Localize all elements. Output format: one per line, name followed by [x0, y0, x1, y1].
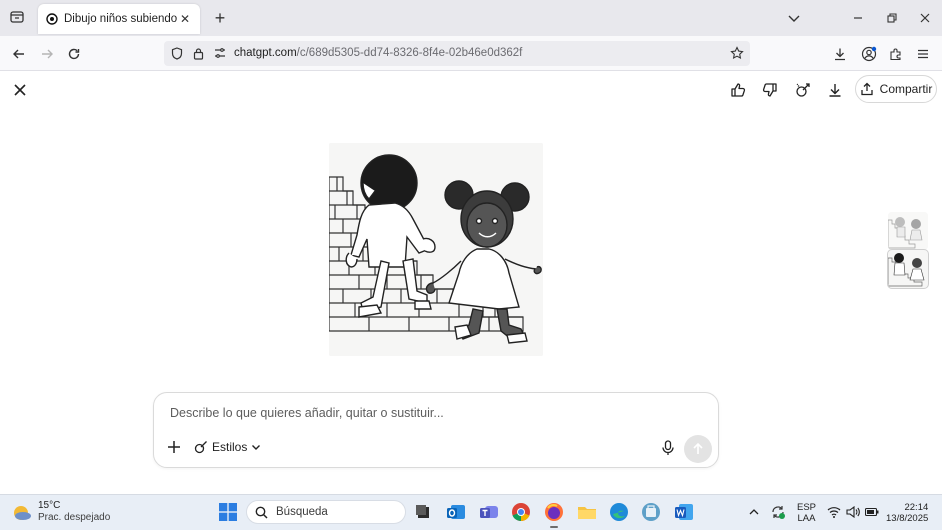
edit-prompt-composer: Estilos	[153, 392, 719, 468]
input-language[interactable]: ESP LAA	[797, 502, 816, 524]
file-explorer-app-icon[interactable]	[576, 501, 598, 523]
weather-temperature: 15°C	[38, 500, 61, 511]
list-all-tabs-icon[interactable]	[784, 8, 804, 28]
thumbs-up-icon[interactable]	[728, 80, 748, 100]
children-stairs-drawing	[329, 143, 543, 356]
battery-icon[interactable]	[864, 504, 880, 520]
restore-icon[interactable]	[882, 8, 902, 28]
sync-icon[interactable]	[770, 504, 786, 520]
reload-icon[interactable]	[64, 44, 84, 64]
prompt-input[interactable]	[168, 405, 642, 421]
downloads-icon[interactable]	[830, 44, 850, 64]
windows-taskbar: 15°C Prac. despejado Búsqueda ESP LAA 22…	[0, 494, 942, 530]
weather-moon-icon	[12, 502, 32, 522]
keyboard-layout: LAA	[797, 513, 816, 524]
teams-app-icon[interactable]	[478, 501, 500, 523]
windows-start-icon[interactable]	[218, 502, 238, 522]
share-icon	[860, 82, 874, 96]
styles-button[interactable]: Estilos	[194, 438, 261, 456]
weather-widget[interactable]: 15°C Prac. despejado	[12, 500, 110, 524]
clock-date: 13/8/2025	[886, 513, 929, 524]
search-placeholder: Búsqueda	[276, 506, 328, 518]
edge-app-icon[interactable]	[608, 501, 630, 523]
add-icon[interactable]	[166, 439, 182, 455]
tab-close-icon[interactable]: ✕	[178, 12, 192, 26]
word-app-icon[interactable]	[673, 501, 695, 523]
arrow-up-icon	[693, 442, 703, 454]
weather-description: Prac. despejado	[38, 512, 111, 523]
address-bar[interactable]: chatgpt.com/c/689d5305-dd74-8326-8f4e-02…	[164, 41, 750, 66]
brush-icon	[194, 440, 208, 454]
outlook-app-icon[interactable]	[445, 501, 467, 523]
image-thumbnail-2[interactable]	[887, 249, 929, 289]
tab-list-icon[interactable]	[6, 6, 28, 28]
browser-tab-bar: Dibujo niños subiendo bajando ✕ +	[0, 0, 942, 36]
lock-icon[interactable]	[193, 47, 204, 60]
styles-label: Estilos	[212, 440, 248, 454]
chevron-up-icon[interactable]	[746, 504, 762, 520]
microphone-icon[interactable]	[659, 439, 677, 457]
chrome-app-icon[interactable]	[510, 501, 532, 523]
taskbar-search[interactable]: Búsqueda	[246, 500, 406, 524]
store-app-icon[interactable]	[640, 501, 662, 523]
bookmark-star-icon[interactable]	[730, 46, 744, 60]
minimize-icon[interactable]	[848, 8, 868, 28]
menu-icon[interactable]	[913, 44, 933, 64]
generated-image	[329, 143, 543, 356]
share-label: Compartir	[879, 82, 933, 96]
system-clock[interactable]: 22:14 13/8/2025	[886, 502, 928, 524]
shield-icon[interactable]	[171, 47, 183, 60]
chatgpt-favicon-icon	[46, 13, 58, 25]
close-icon[interactable]	[10, 80, 30, 100]
send-button[interactable]	[684, 435, 712, 463]
task-view-app-icon[interactable]	[412, 501, 434, 523]
wifi-icon[interactable]	[826, 504, 842, 520]
language-code: ESP	[797, 502, 817, 513]
back-arrow-icon[interactable]	[9, 44, 29, 64]
permissions-icon[interactable]	[214, 47, 226, 59]
account-icon[interactable]	[859, 44, 879, 64]
close-window-icon[interactable]	[915, 8, 935, 28]
download-icon[interactable]	[825, 80, 845, 100]
url-text: chatgpt.com/c/689d5305-dd74-8326-8f4e-02…	[234, 47, 523, 59]
thumbs-down-icon[interactable]	[760, 80, 780, 100]
browser-navigation-bar: chatgpt.com/c/689d5305-dd74-8326-8f4e-02…	[0, 36, 942, 71]
new-tab-icon[interactable]: +	[210, 8, 230, 28]
share-button[interactable]: Compartir	[855, 75, 937, 103]
tab-title: Dibujo niños subiendo bajando	[64, 13, 178, 25]
forward-arrow-icon[interactable]	[37, 44, 57, 64]
chevron-down-icon	[251, 442, 261, 452]
clock-time: 22:14	[904, 502, 929, 513]
search-icon	[255, 506, 268, 519]
firefox-app-icon[interactable]	[543, 501, 565, 528]
edit-image-icon[interactable]	[793, 80, 813, 100]
browser-tab-active[interactable]: Dibujo niños subiendo bajando ✕	[38, 4, 200, 34]
extensions-icon[interactable]	[886, 44, 906, 64]
image-thumbnail-1[interactable]	[888, 212, 928, 250]
volume-icon[interactable]	[845, 504, 861, 520]
